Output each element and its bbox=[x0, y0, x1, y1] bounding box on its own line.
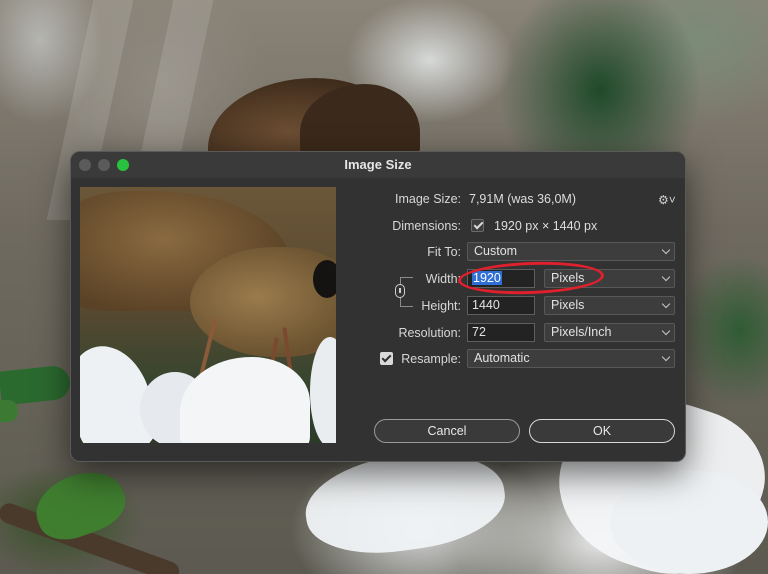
chevron-down-icon bbox=[661, 352, 671, 362]
resolution-input-value: 72 bbox=[472, 325, 486, 339]
resample-value: Automatic bbox=[474, 351, 530, 365]
chevron-down-icon bbox=[661, 326, 671, 336]
dimensions-menu-toggle[interactable] bbox=[471, 219, 484, 232]
dialog-titlebar: Image Size bbox=[71, 152, 685, 178]
resolution-unit-dropdown[interactable]: Pixels/Inch bbox=[544, 323, 675, 342]
height-unit-value: Pixels bbox=[551, 298, 585, 312]
link-icon[interactable] bbox=[395, 284, 405, 298]
image-size-dialog: Image Size Image Size: 7,91M (was 36,0M)… bbox=[70, 151, 686, 462]
image-size-value: 7,91M (was 36,0M) bbox=[469, 192, 576, 206]
chevron-down-icon bbox=[661, 245, 671, 255]
image-preview[interactable] bbox=[80, 187, 336, 443]
height-input-value: 1440 bbox=[472, 298, 500, 312]
chevron-down-icon bbox=[661, 299, 671, 309]
cancel-button[interactable]: Cancel bbox=[374, 419, 520, 443]
width-label: Width: bbox=[425, 272, 461, 286]
resample-checkbox[interactable] bbox=[380, 352, 393, 365]
background-flower bbox=[610, 470, 768, 574]
height-input[interactable]: 1440 bbox=[467, 296, 535, 315]
fit-to-dropdown[interactable]: Custom bbox=[467, 242, 675, 261]
resolution-label: Resolution: bbox=[398, 326, 461, 340]
fit-to-label: Fit To: bbox=[427, 245, 461, 259]
dialog-title: Image Size bbox=[344, 157, 412, 172]
dimensions-value: 1920 px × 1440 px bbox=[494, 219, 598, 233]
resample-label: Resample: bbox=[401, 352, 461, 366]
chevron-down-icon bbox=[661, 272, 671, 282]
height-unit-dropdown[interactable]: Pixels bbox=[544, 296, 675, 315]
fit-to-value: Custom bbox=[474, 244, 518, 258]
ok-button[interactable]: OK bbox=[529, 419, 675, 443]
image-size-label: Image Size: bbox=[394, 192, 461, 206]
gear-icon[interactable]: ⚙˅ bbox=[658, 193, 676, 207]
resample-dropdown[interactable]: Automatic bbox=[467, 349, 675, 368]
dimensions-label: Dimensions: bbox=[392, 219, 461, 233]
height-label: Height: bbox=[421, 299, 461, 313]
background-leaf bbox=[0, 400, 18, 422]
resolution-input[interactable]: 72 bbox=[467, 323, 535, 342]
resolution-unit-value: Pixels/Inch bbox=[551, 325, 612, 339]
